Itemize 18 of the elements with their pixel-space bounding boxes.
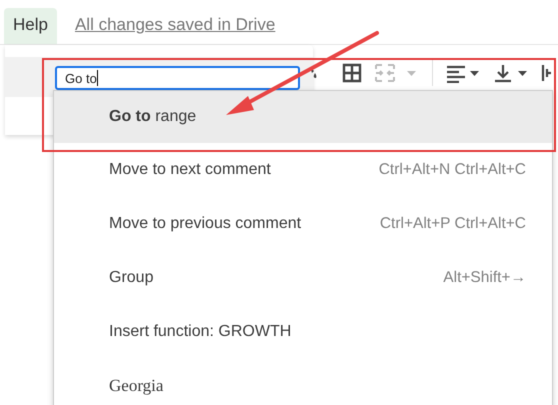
vertical-align-icon[interactable] xyxy=(493,63,529,83)
suggestion-item[interactable]: Georgia xyxy=(54,359,552,405)
borders-icon[interactable] xyxy=(342,63,362,83)
suggestion-item[interactable]: Go to range xyxy=(54,91,552,143)
paint-drop-icon[interactable] xyxy=(310,67,318,79)
suggestion-item[interactable]: Move to next comment Ctrl+Alt+N Ctrl+Alt+C xyxy=(54,143,552,197)
help-menu[interactable]: Help xyxy=(4,8,57,44)
suggestion-item[interactable]: Group Alt+Shift+→ xyxy=(54,251,552,305)
shortcut-text: Ctrl+Alt+N Ctrl+Alt+C xyxy=(378,161,526,179)
search-value: Go to xyxy=(65,70,97,86)
suggestion-item[interactable]: Move to previous comment Ctrl+Alt+P Ctrl+Alt+C xyxy=(54,197,552,251)
align-left-icon[interactable] xyxy=(445,63,481,83)
save-status-link[interactable]: All changes saved in Drive xyxy=(74,15,276,44)
shortcut-text: Ctrl+Alt+P Ctrl+Alt+C xyxy=(380,215,526,233)
search-field[interactable]: Go to xyxy=(55,66,300,90)
shortcut-text: Alt+Shift+→ xyxy=(443,269,526,287)
suggestion-item[interactable]: Insert function: GROWTH xyxy=(54,305,552,359)
text-wrap-icon[interactable] xyxy=(541,63,551,83)
